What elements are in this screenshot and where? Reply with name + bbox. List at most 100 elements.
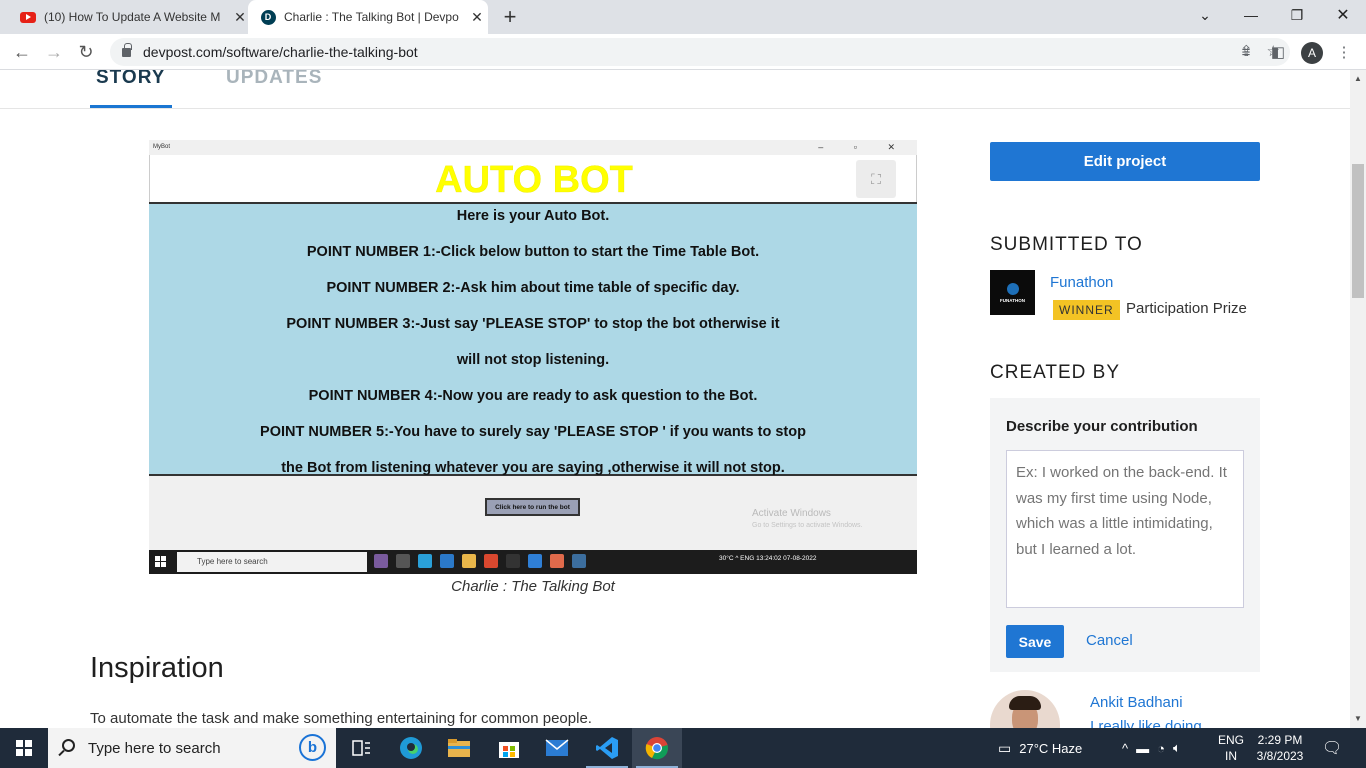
contribution-panel: Describe your contribution Save Cancel <box>990 398 1260 672</box>
inspiration-paragraph: To automate the task and make something … <box>90 710 592 727</box>
weather-icon: ▭ <box>998 739 1012 756</box>
file-explorer-icon[interactable] <box>434 728 484 768</box>
side-panel-icon[interactable]: ◧ <box>1268 42 1288 62</box>
app-window-title: MyBot <box>153 144 171 150</box>
tab-updates[interactable]: UPDATES <box>226 70 322 89</box>
contribution-textarea[interactable] <box>1006 450 1244 608</box>
taskbar-search-box[interactable]: Type here to search b <box>48 728 336 768</box>
instruction-line: POINT NUMBER 2:-Ask him about time table… <box>326 280 740 296</box>
page-scrollbar[interactable]: ▲ ▼ <box>1350 70 1366 728</box>
search-icon <box>62 739 75 752</box>
new-tab-button[interactable]: + <box>498 5 522 29</box>
app-heading: AUTO BOT <box>435 159 633 201</box>
cancel-link[interactable]: Cancel <box>1086 632 1133 649</box>
active-tab-indicator <box>90 105 172 108</box>
profile-avatar[interactable]: A <box>1301 42 1323 64</box>
instruction-line: POINT NUMBER 1:-Click below button to st… <box>306 244 760 260</box>
app-window-controls: – ▫ ✕ <box>818 142 909 152</box>
save-button[interactable]: Save <box>1006 625 1064 658</box>
inner-taskbar: Type here to search 30°C ^ ENG 13:24:02 … <box>149 550 917 574</box>
instruction-line: POINT NUMBER 5:-You have to surely say '… <box>260 424 806 440</box>
hackathon-logo[interactable]: FUNATHON <box>990 270 1035 315</box>
inner-tray: 30°C ^ ENG 13:24:02 07-08-2022 <box>719 555 817 562</box>
task-view-icon[interactable] <box>336 728 386 768</box>
clock-time: 2:29 PM <box>1257 733 1303 747</box>
submitted-to-heading: SUBMITTED TO <box>990 234 1143 255</box>
taskbar-search-placeholder: Type here to search <box>88 739 221 757</box>
wifi-icon: ◔ <box>1157 740 1165 756</box>
inner-search-box: Type here to search <box>177 552 367 572</box>
run-bot-button: Click here to run the bot <box>485 498 580 516</box>
restore-button[interactable]: ❐ <box>1274 0 1320 30</box>
windows-start-icon[interactable] <box>16 740 32 756</box>
instruction-line: POINT NUMBER 4:-Now you are ready to ask… <box>308 388 758 404</box>
scroll-down-icon[interactable]: ▼ <box>1354 714 1362 723</box>
instruction-line: will not stop listening. <box>456 352 610 368</box>
tab-title: (10) How To Update A Website M <box>44 10 221 24</box>
scroll-up-icon[interactable]: ▲ <box>1354 74 1362 83</box>
minimize-button[interactable]: — <box>1228 0 1274 30</box>
region-code: IN <box>1225 749 1237 763</box>
vscode-icon[interactable] <box>582 728 632 768</box>
clock[interactable]: 2:29 PM 3/8/2023 <box>1254 728 1306 768</box>
forward-icon[interactable]: → <box>42 40 66 64</box>
clock-date: 3/8/2023 <box>1256 749 1304 763</box>
inspiration-heading: Inspiration <box>90 652 224 684</box>
close-tab-icon[interactable]: ✕ <box>469 9 485 26</box>
fullscreen-icon[interactable]: ⛶ <box>856 160 896 198</box>
language-code: ENG <box>1218 733 1245 747</box>
language-indicator[interactable]: ENG IN <box>1218 728 1244 768</box>
close-tab-icon[interactable]: ✕ <box>232 9 248 26</box>
page-content: STORY UPDATES MyBot – ▫ ✕ AUTO BOT ⛶ Her… <box>0 70 1350 728</box>
show-hidden-icons-chevron-icon[interactable]: ^ <box>1122 741 1128 756</box>
app-footer: Click here to run the bot Activate Windo… <box>149 476 917 550</box>
hackathon-logo-mark <box>1006 282 1019 295</box>
created-by-heading: CREATED BY <box>990 362 1121 383</box>
winner-badge: WINNER <box>1053 300 1120 320</box>
reload-icon[interactable]: ↻ <box>74 40 98 64</box>
activate-windows-sub: Go to Settings to activate Windows. <box>752 522 863 529</box>
weather-text: 27°C Haze <box>1019 740 1083 756</box>
tab-devpost[interactable]: D Charlie : The Talking Bot | Devpo ✕ <box>248 0 488 34</box>
lock-icon <box>122 42 132 57</box>
member-name-link[interactable]: Ankit Badhani <box>1090 694 1183 711</box>
edit-project-button[interactable]: Edit project <box>990 142 1260 181</box>
notifications-icon[interactable]: 🗨︎ <box>1322 728 1342 768</box>
menu-kebab-icon[interactable]: ⋮ <box>1334 42 1354 62</box>
hackathon-link[interactable]: Funathon <box>1050 274 1113 291</box>
battery-icon: ▬ <box>1136 740 1150 756</box>
store-icon[interactable] <box>484 728 534 768</box>
reading-list-icon[interactable]: ≡ <box>1236 42 1256 62</box>
app-header: AUTO BOT ⛶ <box>149 155 917 202</box>
tab-title: Charlie : The Talking Bot | Devpo <box>284 10 459 24</box>
member-avatar[interactable] <box>990 690 1060 728</box>
gallery-image[interactable]: MyBot – ▫ ✕ AUTO BOT ⛶ Here is your Auto… <box>149 140 917 574</box>
gallery-caption: Charlie : The Talking Bot <box>451 578 615 595</box>
hackathon-logo-text: FUNATHON <box>1000 297 1025 303</box>
story-tabs: STORY UPDATES <box>0 70 1350 109</box>
mail-icon[interactable] <box>532 728 582 768</box>
system-tray-icons[interactable]: ^ ▬ ◔ 🔈︎ <box>1122 728 1181 768</box>
address-bar[interactable]: devpost.com/software/charlie-the-talking… <box>110 38 1290 66</box>
chrome-icon[interactable] <box>632 728 682 768</box>
instruction-line: the Bot from listening whatever you are … <box>281 460 785 476</box>
edge-browser-icon[interactable] <box>386 728 436 768</box>
prize-label: Participation Prize <box>1126 300 1247 317</box>
activate-windows-watermark: Activate Windows <box>752 508 831 519</box>
instruction-line: POINT NUMBER 3:-Just say 'PLEASE STOP' t… <box>286 316 780 332</box>
tab-search-chevron-icon[interactable]: ⌄ <box>1182 0 1228 30</box>
weather-widget[interactable]: ▭ 27°C Haze <box>998 728 1082 768</box>
volume-icon: 🔈︎ <box>1172 740 1181 755</box>
browser-tab-strip: (10) How To Update A Website M ✕ D Charl… <box>0 0 1366 34</box>
tab-youtube[interactable]: (10) How To Update A Website M ✕ <box>12 0 248 34</box>
tab-story[interactable]: STORY <box>96 70 165 89</box>
scrollbar-thumb[interactable] <box>1352 164 1364 298</box>
back-icon[interactable]: ← <box>10 40 34 64</box>
inner-windows-logo-icon <box>155 556 166 567</box>
instruction-line: Here is your Auto Bot. <box>456 208 610 224</box>
bing-icon[interactable]: b <box>299 734 326 761</box>
windows-taskbar: Type here to search b ▭ 27°C Haze ^ ▬ ◔ … <box>0 728 1366 768</box>
close-window-button[interactable]: ✕ <box>1320 0 1366 30</box>
inner-taskbar-apps <box>374 554 586 568</box>
youtube-icon <box>20 9 36 25</box>
